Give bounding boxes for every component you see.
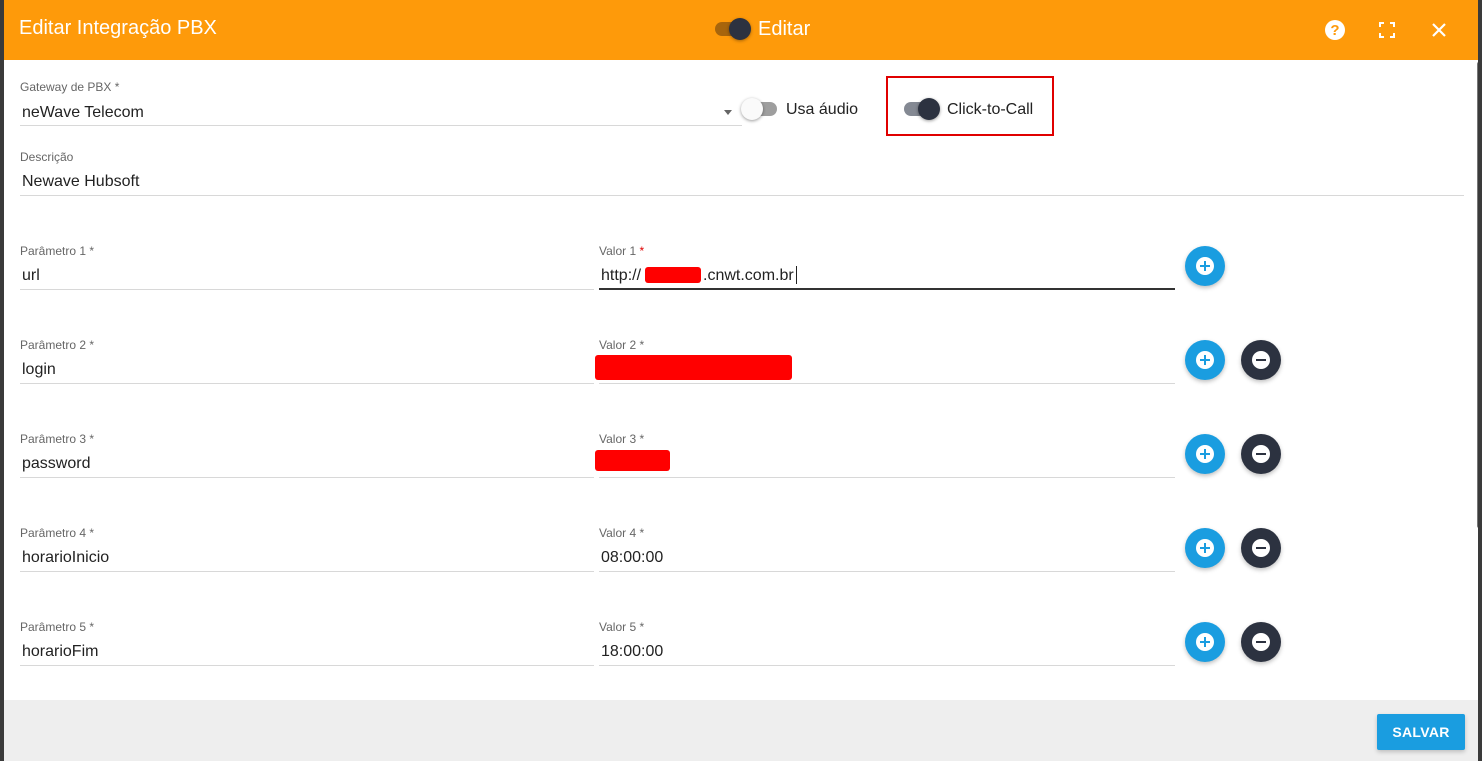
plus-circle-icon xyxy=(1196,445,1214,463)
redaction-mark xyxy=(595,355,792,380)
remove-row-3-button[interactable] xyxy=(1241,434,1281,474)
chevron-down-icon xyxy=(724,110,732,115)
descricao-value: Newave Hubsoft xyxy=(22,173,140,190)
gateway-select[interactable]: Gateway de PBX * neWave Telecom xyxy=(20,80,742,126)
parametro-3-label: Parâmetro 3 * xyxy=(20,432,95,446)
minus-circle-icon xyxy=(1252,633,1270,651)
plus-circle-icon xyxy=(1196,351,1214,369)
parametro-5-value: horarioFim xyxy=(22,643,99,660)
fullscreen-button[interactable] xyxy=(1372,15,1402,45)
usa-audio-toggle[interactable] xyxy=(741,98,779,120)
valor-4-value: 08:00:00 xyxy=(601,549,664,566)
descricao-label: Descrição xyxy=(20,150,74,164)
parametro-4-label: Parâmetro 4 * xyxy=(20,526,95,540)
valor-5-label: Valor 5 * xyxy=(599,620,645,634)
parametro-2-field[interactable]: Parâmetro 2 * login xyxy=(20,338,594,384)
redaction-mark xyxy=(645,267,701,283)
minus-circle-icon xyxy=(1252,539,1270,557)
fullscreen-icon xyxy=(1379,22,1395,38)
add-row-2-button[interactable] xyxy=(1185,340,1225,380)
minus-circle-icon xyxy=(1252,445,1270,463)
parametro-5-field[interactable]: Parâmetro 5 * horarioFim xyxy=(20,620,594,666)
parametro-2-label: Parâmetro 2 * xyxy=(20,338,95,352)
parametro-3-field[interactable]: Parâmetro 3 * password xyxy=(20,432,594,478)
valor-1-prefix: http:// xyxy=(601,267,642,284)
minus-circle-icon xyxy=(1252,351,1270,369)
parametro-4-value: horarioInicio xyxy=(22,549,110,566)
add-row-3-button[interactable] xyxy=(1185,434,1225,474)
add-row-4-button[interactable] xyxy=(1185,528,1225,568)
parametro-5-label: Parâmetro 5 * xyxy=(20,620,95,634)
text-cursor xyxy=(796,266,797,284)
add-row-5-button[interactable] xyxy=(1185,622,1225,662)
valor-4-field[interactable]: Valor 4 * 08:00:00 xyxy=(599,526,1175,572)
gateway-label: Gateway de PBX * xyxy=(20,80,120,94)
close-button[interactable] xyxy=(1424,15,1454,45)
valor-1-suffix: .cnwt.com.br xyxy=(703,267,794,284)
click-to-call-label: Click-to-Call xyxy=(947,101,1034,118)
usa-audio-label: Usa áudio xyxy=(786,101,859,118)
remove-row-2-button[interactable] xyxy=(1241,340,1281,380)
remove-row-4-button[interactable] xyxy=(1241,528,1281,568)
add-row-1-button[interactable] xyxy=(1185,246,1225,286)
redaction-mark xyxy=(595,450,670,471)
save-button[interactable]: SALVAR xyxy=(1377,714,1465,750)
parametro-3-value: password xyxy=(22,455,91,472)
parametro-2-value: login xyxy=(22,361,56,378)
plus-circle-icon xyxy=(1196,539,1214,557)
dialog-footer: SALVAR xyxy=(4,700,1478,761)
parametro-4-field[interactable]: Parâmetro 4 * horarioInicio xyxy=(20,526,594,572)
content-scrollbar[interactable] xyxy=(1477,62,1478,528)
edit-pbx-dialog: Editar Integração PBX Editar ? Gateway d… xyxy=(4,0,1478,761)
valor-1-label: Valor 1 * xyxy=(599,244,645,258)
parametro-1-label: Parâmetro 1 * xyxy=(20,244,95,258)
edit-mode-label: Editar xyxy=(758,18,811,40)
dialog-header: Editar Integração PBX Editar ? xyxy=(4,0,1478,60)
remove-row-5-button[interactable] xyxy=(1241,622,1281,662)
close-icon xyxy=(1432,23,1446,37)
help-icon: ? xyxy=(1325,20,1345,40)
valor-5-field[interactable]: Valor 5 * 18:00:00 xyxy=(599,620,1175,666)
valor-4-label: Valor 4 * xyxy=(599,526,645,540)
plus-circle-icon xyxy=(1196,633,1214,651)
help-button[interactable]: ? xyxy=(1320,15,1350,45)
click-to-call-toggle[interactable] xyxy=(902,98,940,120)
valor-3-field[interactable]: Valor 3 * xyxy=(599,432,1175,478)
dialog-title: Editar Integração PBX xyxy=(19,17,217,39)
parametro-1-field[interactable]: Parâmetro 1 * url xyxy=(20,244,594,290)
valor-3-label: Valor 3 * xyxy=(599,432,645,446)
valor-2-label: Valor 2 * xyxy=(599,338,645,352)
valor-5-value: 18:00:00 xyxy=(601,643,664,660)
descricao-field[interactable]: Descrição Newave Hubsoft xyxy=(20,150,1464,196)
edit-mode-toggle[interactable] xyxy=(715,18,751,40)
plus-circle-icon xyxy=(1196,257,1214,275)
parametro-1-value: url xyxy=(22,267,40,284)
gateway-value: neWave Telecom xyxy=(22,104,144,121)
